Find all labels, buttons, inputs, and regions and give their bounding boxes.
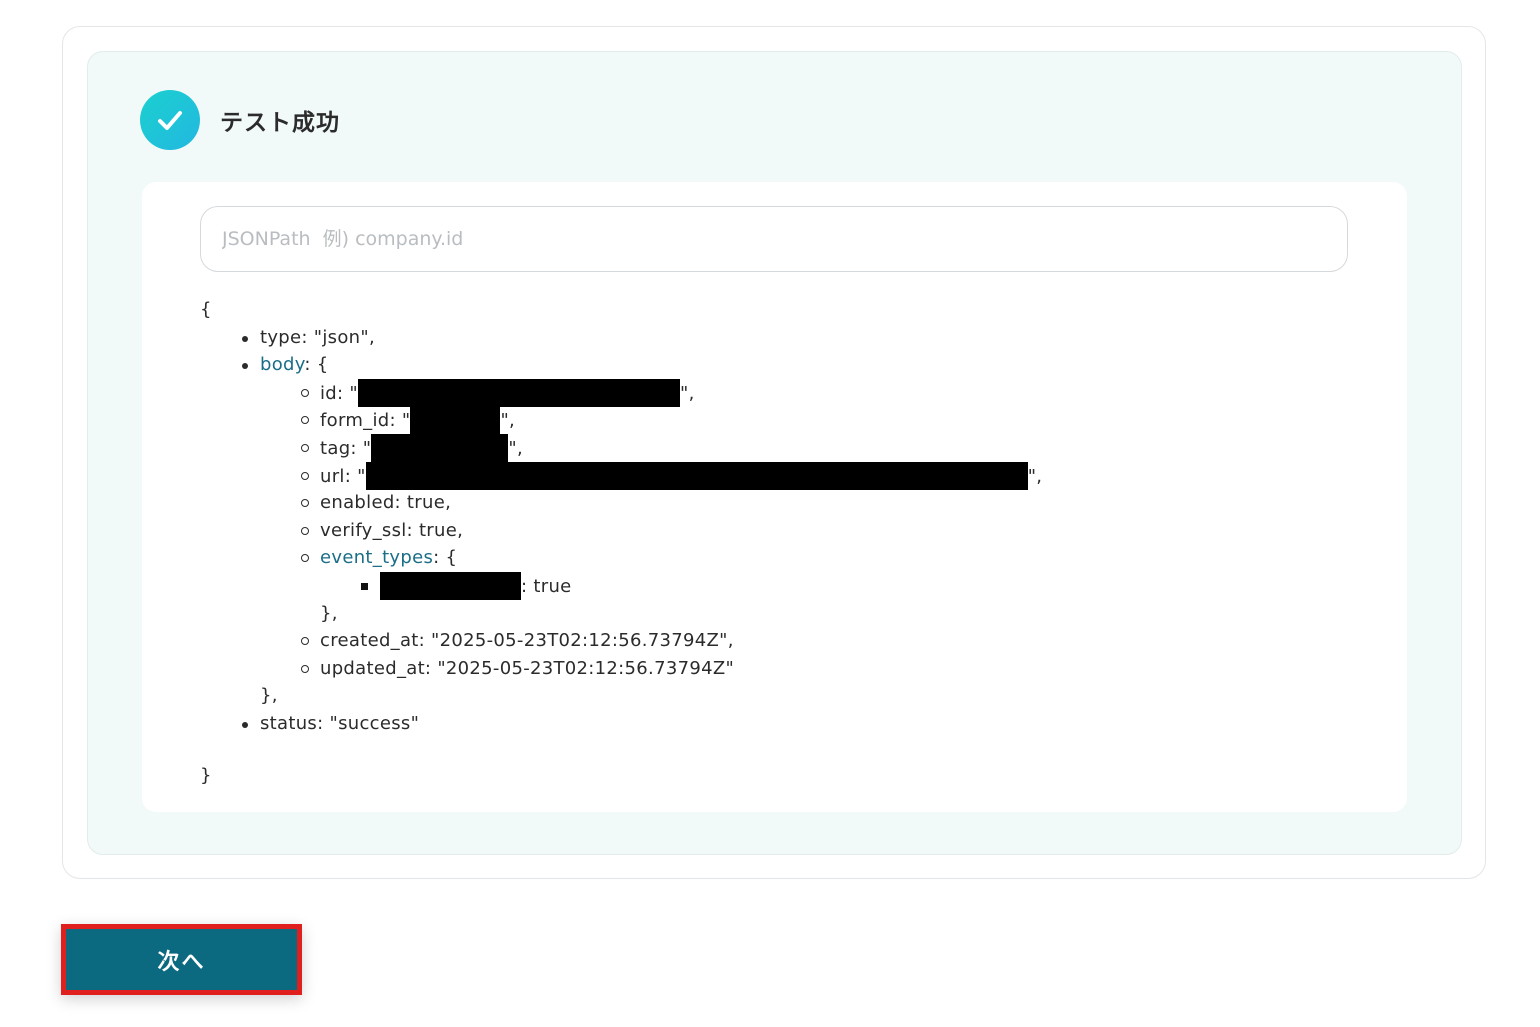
redacted-url <box>365 461 1028 490</box>
jsonpath-search-input[interactable] <box>200 206 1348 272</box>
test-result-card: テスト成功 { type: "json", body: { id: "", <box>62 26 1486 879</box>
redacted-id <box>358 378 680 407</box>
json-item-event-entry: : true <box>200 571 1042 600</box>
bullet-circle <box>301 388 309 397</box>
json-tree: { type: "json", body: { id: " ", form_id:… <box>200 296 1042 789</box>
json-updated-at-text: updated_at: "2025-05-23T02:12:56.73794Z" <box>320 657 735 679</box>
json-key-event-types[interactable]: event_types <box>320 547 433 568</box>
redacted-event-key <box>380 571 521 600</box>
json-verify-ssl-text: verify_ssl: true, <box>320 519 464 541</box>
bullet-circle <box>301 526 309 535</box>
bullet-disc <box>242 335 248 342</box>
json-url-prefix: url: " <box>320 465 366 487</box>
json-form-id-prefix: form_id: " <box>320 410 411 432</box>
json-item-body: body: { <box>200 351 1042 379</box>
json-event-value: : true <box>521 575 572 597</box>
check-circle-icon <box>140 90 200 150</box>
json-id-suffix: ", <box>680 382 695 404</box>
json-spacer <box>200 738 1042 762</box>
json-open-brace: { <box>200 299 212 320</box>
json-status-text: status: "success" <box>260 712 420 734</box>
checkmark-icon <box>158 111 182 130</box>
bullet-circle <box>301 443 309 452</box>
json-item-updated-at: updated_at: "2025-05-23T02:12:56.73794Z" <box>200 655 1042 683</box>
json-id-prefix: id: " <box>320 382 358 404</box>
json-close-brace: } <box>200 764 212 786</box>
test-success-panel: テスト成功 { type: "json", body: { id: "", <box>87 51 1462 855</box>
json-tag-suffix: ", <box>508 437 523 459</box>
json-key-body[interactable]: body <box>260 354 304 375</box>
redacted-tag <box>371 433 509 462</box>
bullet-circle <box>301 554 309 563</box>
next-button[interactable]: 次へ <box>61 924 302 995</box>
json-item-type: type: "json", <box>200 324 1042 352</box>
json-item-tag: tag: " ", <box>200 433 1042 462</box>
json-event-types-close: }, <box>320 602 338 624</box>
json-item-form-id: form_id: " ", <box>200 406 1042 435</box>
bullet-disc <box>242 721 248 728</box>
json-item-status: status: "success" <box>200 710 1042 738</box>
json-item-created-at: created_at: "2025-05-23T02:12:56.73794Z"… <box>200 627 1042 655</box>
json-tag-prefix: tag: " <box>320 437 372 459</box>
redacted-form-id <box>410 406 501 435</box>
json-body-close: }, <box>260 685 278 707</box>
json-item-verify-ssl: verify_ssl: true, <box>200 517 1042 545</box>
json-item-enabled: enabled: true, <box>200 489 1042 517</box>
json-item-url: url: " ", <box>200 461 1043 490</box>
json-item-event-types: event_types: { <box>200 544 1042 572</box>
bullet-disc <box>242 363 248 370</box>
json-output-card: { type: "json", body: { id: "", form_id:… <box>142 182 1407 812</box>
bullet-square <box>361 582 368 590</box>
status-title: テスト成功 <box>220 110 340 136</box>
json-url-suffix: ", <box>1027 465 1043 487</box>
json-form-id-suffix: ", <box>500 410 516 432</box>
bullet-circle <box>301 471 309 480</box>
json-type-text: type: "json", <box>260 326 375 348</box>
bullet-circle <box>301 637 309 646</box>
json-event-types-open: : { <box>433 547 458 569</box>
json-body-open: : { <box>304 354 329 376</box>
status-header: テスト成功 <box>140 90 340 150</box>
json-enabled-text: enabled: true, <box>320 492 452 514</box>
bullet-circle <box>301 664 309 673</box>
json-created-at-text: created_at: "2025-05-23T02:12:56.73794Z"… <box>320 630 734 652</box>
bullet-circle <box>301 499 309 508</box>
bullet-circle <box>301 416 309 425</box>
json-item-id: id: " ", <box>200 378 1042 407</box>
